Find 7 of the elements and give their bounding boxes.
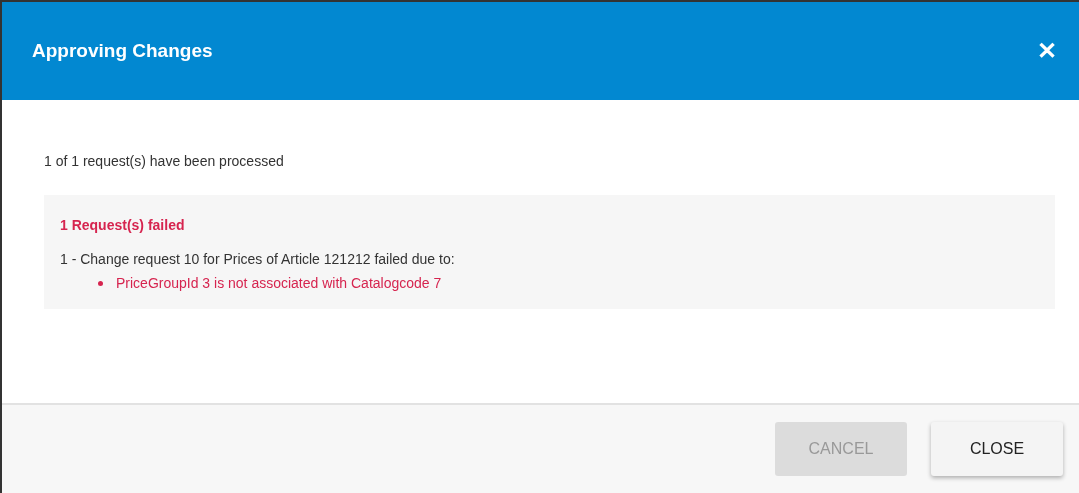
dialog-title: Approving Changes	[32, 40, 213, 62]
bullet-icon	[98, 280, 103, 286]
failure-reason: PriceGroupId 3 is not associated with Catalogcode 7	[116, 275, 442, 291]
failure-text: 1 - Change request 10 for Prices of Article 121212 failed due to:	[60, 251, 456, 267]
error-heading: 1 Request(s) failed	[60, 217, 186, 233]
dialog-button[interactable]: CLOSE	[931, 422, 1063, 476]
summary-text: 1 of 1 request(s) have been processed	[44, 153, 285, 169]
